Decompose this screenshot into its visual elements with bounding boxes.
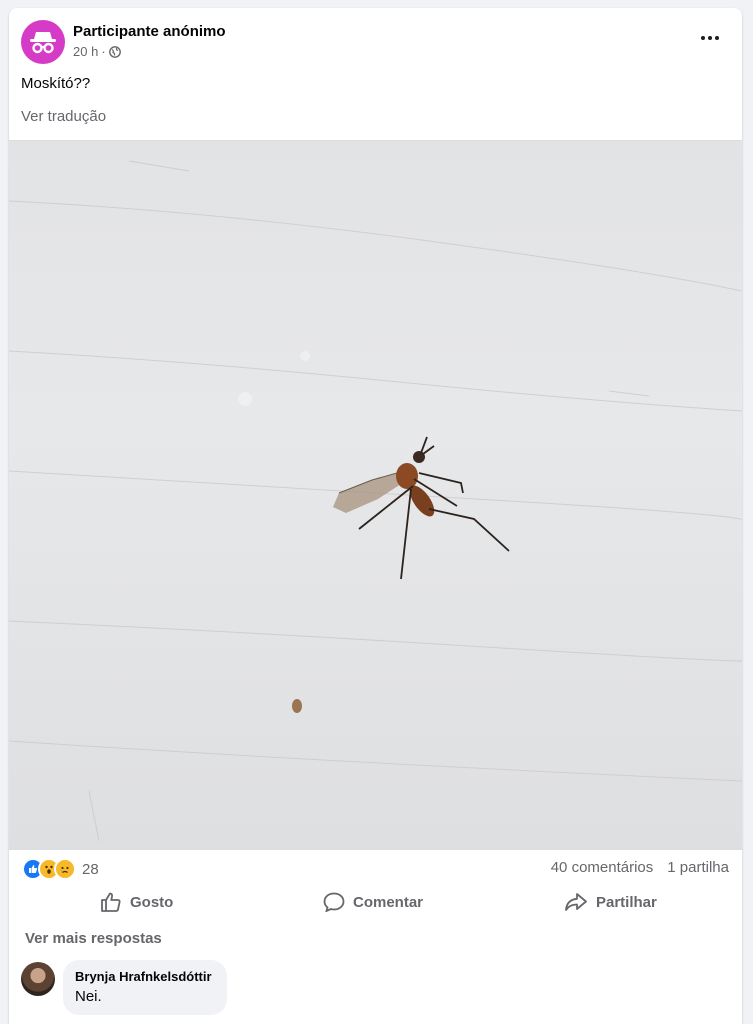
comment-text: Nei. [75, 988, 102, 1005]
commenter-avatar[interactable] [21, 962, 55, 996]
post-header: Participante anónimo 20 h · [9, 8, 742, 68]
reactions-summary[interactable]: 28 [22, 858, 99, 880]
comment-bubble-icon [323, 892, 345, 912]
sad-icon [54, 858, 76, 880]
post-text: Moskító?? [21, 75, 91, 92]
post-card: Participante anónimo 20 h · Moskító?? Ve… [9, 8, 742, 1024]
post-meta: 20 h · [73, 44, 121, 59]
post-time[interactable]: 20 h [73, 44, 98, 59]
commenter-name[interactable]: Brynja Hrafnkelsdóttir [75, 969, 212, 984]
like-button[interactable]: Gosto [100, 884, 173, 920]
comment-count[interactable]: 40 comentários [551, 859, 654, 876]
mosquito-photo [9, 160, 742, 842]
post-author[interactable]: Participante anónimo [73, 23, 226, 40]
comment-button[interactable]: Comentar [323, 884, 423, 920]
more-options-button[interactable] [698, 30, 722, 46]
post-photo[interactable] [9, 140, 742, 850]
dot [701, 36, 705, 40]
engagement-counts: 40 comentários 1 partilha [551, 859, 729, 876]
comment-bubble: Brynja Hrafnkelsdóttir Nei. [63, 960, 227, 1015]
globe-icon [108, 45, 121, 58]
see-translation-link[interactable]: Ver tradução [21, 108, 106, 125]
see-more-replies-link[interactable]: Ver mais respostas [25, 930, 162, 947]
dot [715, 36, 719, 40]
anonymous-avatar[interactable] [21, 20, 65, 64]
comment-label: Comentar [353, 893, 424, 911]
share-label: Partilhar [596, 893, 657, 911]
share-arrow-icon [565, 893, 587, 911]
like-label: Gosto [130, 893, 174, 911]
post-stats: 28 40 comentários 1 partilha [9, 856, 742, 880]
thumbs-up-icon [101, 892, 121, 912]
share-button[interactable]: Partilhar [564, 884, 657, 920]
post-actions: Gosto Comentar Partilhar [9, 884, 742, 920]
reaction-count: 28 [82, 860, 99, 878]
dot [708, 36, 712, 40]
meta-separator: · [101, 44, 106, 59]
share-count[interactable]: 1 partilha [667, 859, 729, 876]
incognito-icon [30, 32, 56, 54]
mosquito [333, 436, 510, 580]
